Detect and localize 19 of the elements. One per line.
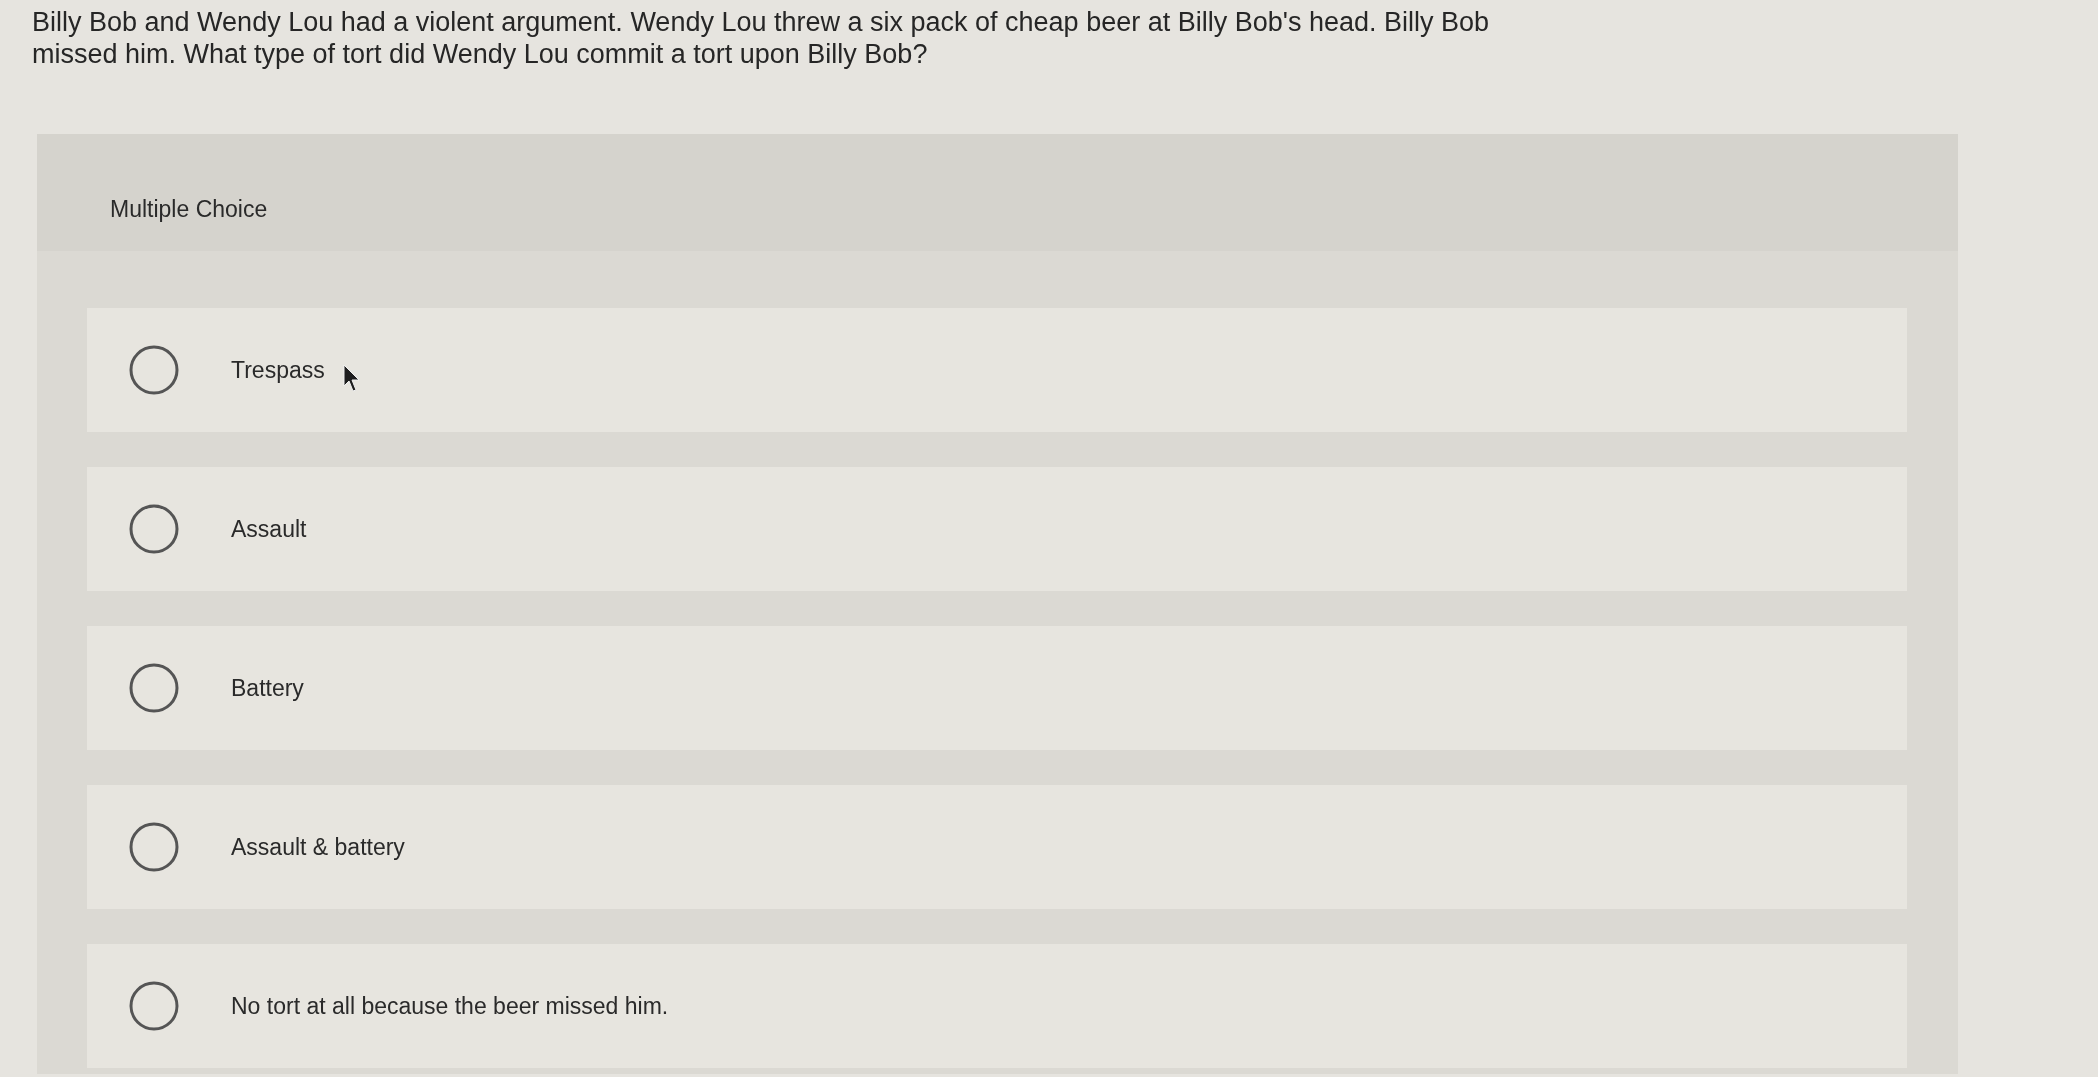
answer-option[interactable]: Assault — [87, 467, 1907, 591]
answer-option[interactable]: Assault & battery — [87, 785, 1907, 909]
question-text: missed him. What type of tort did Wendy Lou commit a tort upon Billy Bob? — [32, 38, 928, 70]
answer-option[interactable]: No tort at all because the beer missed him. — [87, 944, 1907, 1068]
question-text: Billy Bob and Wendy Lou had a violent argument. Wendy Lou threw a six pack of cheap beer at Billy Bob's head. Billy Bob — [32, 6, 1489, 38]
radio-button[interactable] — [129, 504, 179, 554]
option-label: Assault — [231, 515, 307, 543]
option-label: No tort at all because the beer missed him. — [231, 992, 669, 1020]
option-label: Assault & battery — [231, 833, 405, 861]
answer-option[interactable]: Battery — [87, 626, 1907, 750]
answer-option[interactable]: Trespass — [87, 308, 1907, 432]
radio-button[interactable] — [129, 981, 179, 1031]
cursor-icon — [343, 364, 361, 392]
radio-button[interactable] — [129, 345, 179, 395]
radio-button[interactable] — [129, 822, 179, 872]
option-label: Battery — [231, 674, 304, 702]
section-heading: Multiple Choice — [110, 196, 268, 222]
option-label: Trespass — [231, 356, 325, 384]
radio-button[interactable] — [129, 663, 179, 713]
